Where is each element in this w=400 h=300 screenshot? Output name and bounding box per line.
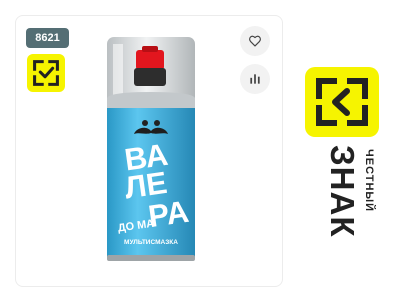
can-subtitle: МУЛЬТИСМАЗКА xyxy=(124,239,178,246)
sku-badge: 8621 xyxy=(26,28,69,48)
add-to-favorites-button[interactable] xyxy=(240,26,270,56)
honest-sign-icon xyxy=(27,54,65,92)
product-image[interactable]: ВА ЛЕ ДО МА РА МУЛЬТИСМАЗКА xyxy=(96,36,206,266)
bar-chart-icon xyxy=(250,74,260,84)
brand-word-big: ЗНАК xyxy=(324,145,361,238)
brand-word-small: ЧЕСТНЫЙ xyxy=(363,149,375,213)
add-to-compare-button[interactable] xyxy=(240,64,270,94)
honest-sign-logo-icon xyxy=(305,67,379,137)
product-card[interactable]: 8621 ВА ЛЕ ДО МА РА МУЛЬТИСМАЗКА xyxy=(15,15,283,287)
can-brand-line-3: РА xyxy=(146,194,191,234)
heart-icon xyxy=(249,35,261,47)
